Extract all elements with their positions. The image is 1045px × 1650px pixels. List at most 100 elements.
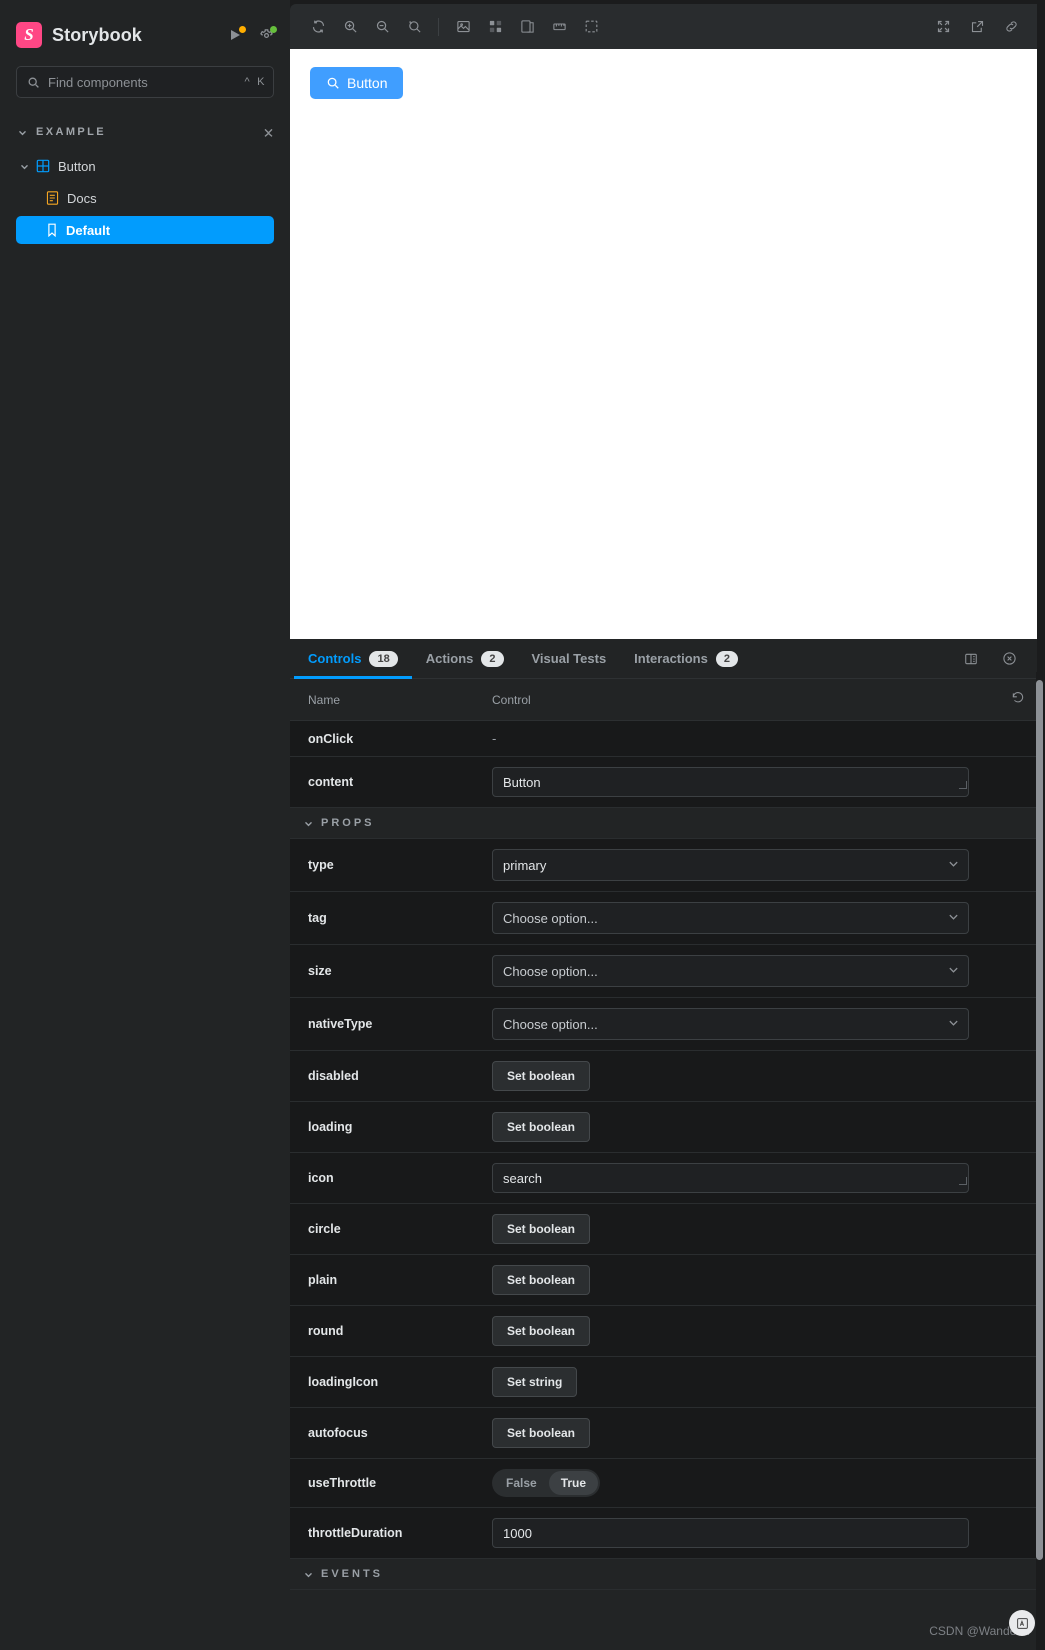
tab-actions[interactable]: Actions 2	[412, 639, 518, 678]
control-name: loading	[290, 1101, 474, 1153]
table-row: round Set boolean	[290, 1305, 1037, 1357]
search-input[interactable]	[48, 74, 245, 90]
loading-set-boolean-button[interactable]: Set boolean	[492, 1112, 591, 1142]
nativetype-select[interactable]: Choose option...	[492, 1008, 969, 1040]
loadingicon-set-string-button[interactable]: Set string	[492, 1367, 578, 1397]
docs-icon	[46, 191, 59, 205]
control-name: throttleDuration	[290, 1507, 474, 1559]
measure-icon[interactable]	[545, 13, 573, 41]
control-cell: Set boolean	[474, 1407, 1037, 1459]
size-select-wrap: Choose option...	[492, 955, 969, 987]
control-cell: Choose option...	[474, 997, 1037, 1051]
tree-group-example[interactable]: EXAMPLE	[16, 120, 274, 144]
backgrounds-icon[interactable]	[449, 13, 477, 41]
controls-table-wrap: Name Control onClick - content Button PR…	[290, 679, 1037, 1650]
controls-table-body: onClick - content Button PROPS type prim…	[290, 720, 1037, 1590]
zoom-out-icon[interactable]	[368, 13, 396, 41]
panel-scrollbar-thumb[interactable]	[1036, 680, 1043, 1560]
icon-input[interactable]	[492, 1163, 969, 1193]
table-row: size Choose option...	[290, 944, 1037, 998]
control-name: icon	[290, 1152, 474, 1204]
content-input[interactable]	[492, 767, 969, 797]
usethrottle-false-option[interactable]: False	[494, 1471, 549, 1495]
control-value-dash: -	[474, 720, 1037, 757]
collapse-all-button[interactable]	[263, 125, 274, 139]
disabled-set-boolean-button[interactable]: Set boolean	[492, 1061, 591, 1091]
tag-select[interactable]: Choose option...	[492, 902, 969, 934]
remount-icon[interactable]	[304, 13, 332, 41]
section-label: EVENTS	[321, 1568, 384, 1580]
table-row: autofocus Set boolean	[290, 1407, 1037, 1459]
table-row: type primary	[290, 838, 1037, 892]
tab-badge: 2	[715, 650, 738, 667]
copy-link-icon[interactable]	[997, 13, 1025, 41]
canvas-toolbar-right	[929, 13, 1025, 41]
table-row: throttleDuration	[290, 1507, 1037, 1559]
controls-table-head: Name Control	[290, 679, 1037, 721]
toolbar-divider	[438, 17, 439, 36]
tab-label: Interactions	[634, 651, 708, 666]
whats-new-dot	[239, 26, 246, 33]
control-name: autofocus	[290, 1407, 474, 1459]
story-button[interactable]: Button	[310, 67, 404, 99]
control-cell	[474, 1507, 1037, 1559]
settings-button[interactable]	[259, 25, 277, 43]
sidebar-item-label: Default	[66, 222, 111, 238]
fullscreen-icon[interactable]	[929, 13, 957, 41]
screenshot-fab-button[interactable]	[1009, 1610, 1035, 1636]
addons-tabs: Controls 18 Actions 2 Visual Tests Inter…	[290, 639, 1037, 679]
grid-icon[interactable]	[481, 13, 509, 41]
control-name: size	[290, 944, 474, 998]
autofocus-set-boolean-button[interactable]: Set boolean	[492, 1418, 591, 1448]
zoom-reset-icon[interactable]	[400, 13, 428, 41]
table-row: loading Set boolean	[290, 1101, 1037, 1153]
section-row-events: EVENTS	[290, 1558, 1037, 1590]
component-tree: EXAMPLE Button Docs Default	[16, 120, 274, 244]
viewport-icon[interactable]	[513, 13, 541, 41]
table-row: plain Set boolean	[290, 1254, 1037, 1306]
tab-interactions[interactable]: Interactions 2	[620, 639, 752, 678]
reset-controls-button[interactable]	[993, 679, 1037, 721]
control-cell	[474, 1152, 1037, 1204]
tab-label: Controls	[308, 651, 362, 666]
sidebar-item-docs[interactable]: Docs	[16, 184, 274, 212]
outline-icon[interactable]	[577, 13, 605, 41]
chevron-down-icon	[305, 821, 312, 826]
plain-set-boolean-button[interactable]: Set boolean	[492, 1265, 591, 1295]
close-panel-icon[interactable]	[995, 645, 1023, 673]
circle-set-boolean-button[interactable]: Set boolean	[492, 1214, 591, 1244]
tree-item-button[interactable]: Button	[16, 152, 274, 180]
sidebar-header: S Storybook	[16, 0, 277, 64]
throttleduration-input[interactable]	[492, 1518, 969, 1548]
brand-title: Storybook	[52, 24, 142, 45]
settings-status-dot	[270, 25, 277, 33]
control-cell: Set boolean	[474, 1101, 1037, 1153]
whats-new-button[interactable]	[229, 26, 246, 42]
size-select[interactable]: Choose option...	[492, 955, 969, 987]
shortcut-modifier: ^	[244, 76, 251, 88]
section-header-events[interactable]: EVENTS	[304, 1568, 1037, 1580]
capture-icon	[1016, 1617, 1028, 1629]
canvas-tools	[304, 13, 428, 41]
type-select[interactable]: primary	[492, 849, 969, 881]
addons-panel: Controls 18 Actions 2 Visual Tests Inter…	[290, 639, 1037, 1650]
column-header-name: Name	[290, 679, 474, 721]
search-shortcut-hint: ^ K	[244, 76, 265, 88]
table-row: tag Choose option...	[290, 891, 1037, 945]
control-cell: False True	[474, 1458, 1037, 1508]
section-header-props[interactable]: PROPS	[304, 817, 1037, 829]
tab-visual-tests[interactable]: Visual Tests	[518, 639, 621, 678]
round-set-boolean-button[interactable]: Set boolean	[492, 1316, 591, 1346]
search-box[interactable]: ^ K	[16, 66, 274, 98]
panel-scrollbar-track[interactable]	[1036, 672, 1043, 1650]
open-new-tab-icon[interactable]	[963, 13, 991, 41]
sidebar-item-default[interactable]: Default	[16, 216, 274, 244]
tab-controls[interactable]: Controls 18	[294, 639, 412, 679]
usethrottle-true-option[interactable]: True	[548, 1471, 599, 1495]
column-header-control: Control	[474, 679, 993, 721]
icon-input-wrap	[492, 1163, 969, 1193]
panel-position-icon[interactable]	[957, 645, 985, 673]
zoom-in-icon[interactable]	[336, 13, 364, 41]
table-row: icon	[290, 1152, 1037, 1204]
content-input-wrap	[492, 767, 969, 797]
